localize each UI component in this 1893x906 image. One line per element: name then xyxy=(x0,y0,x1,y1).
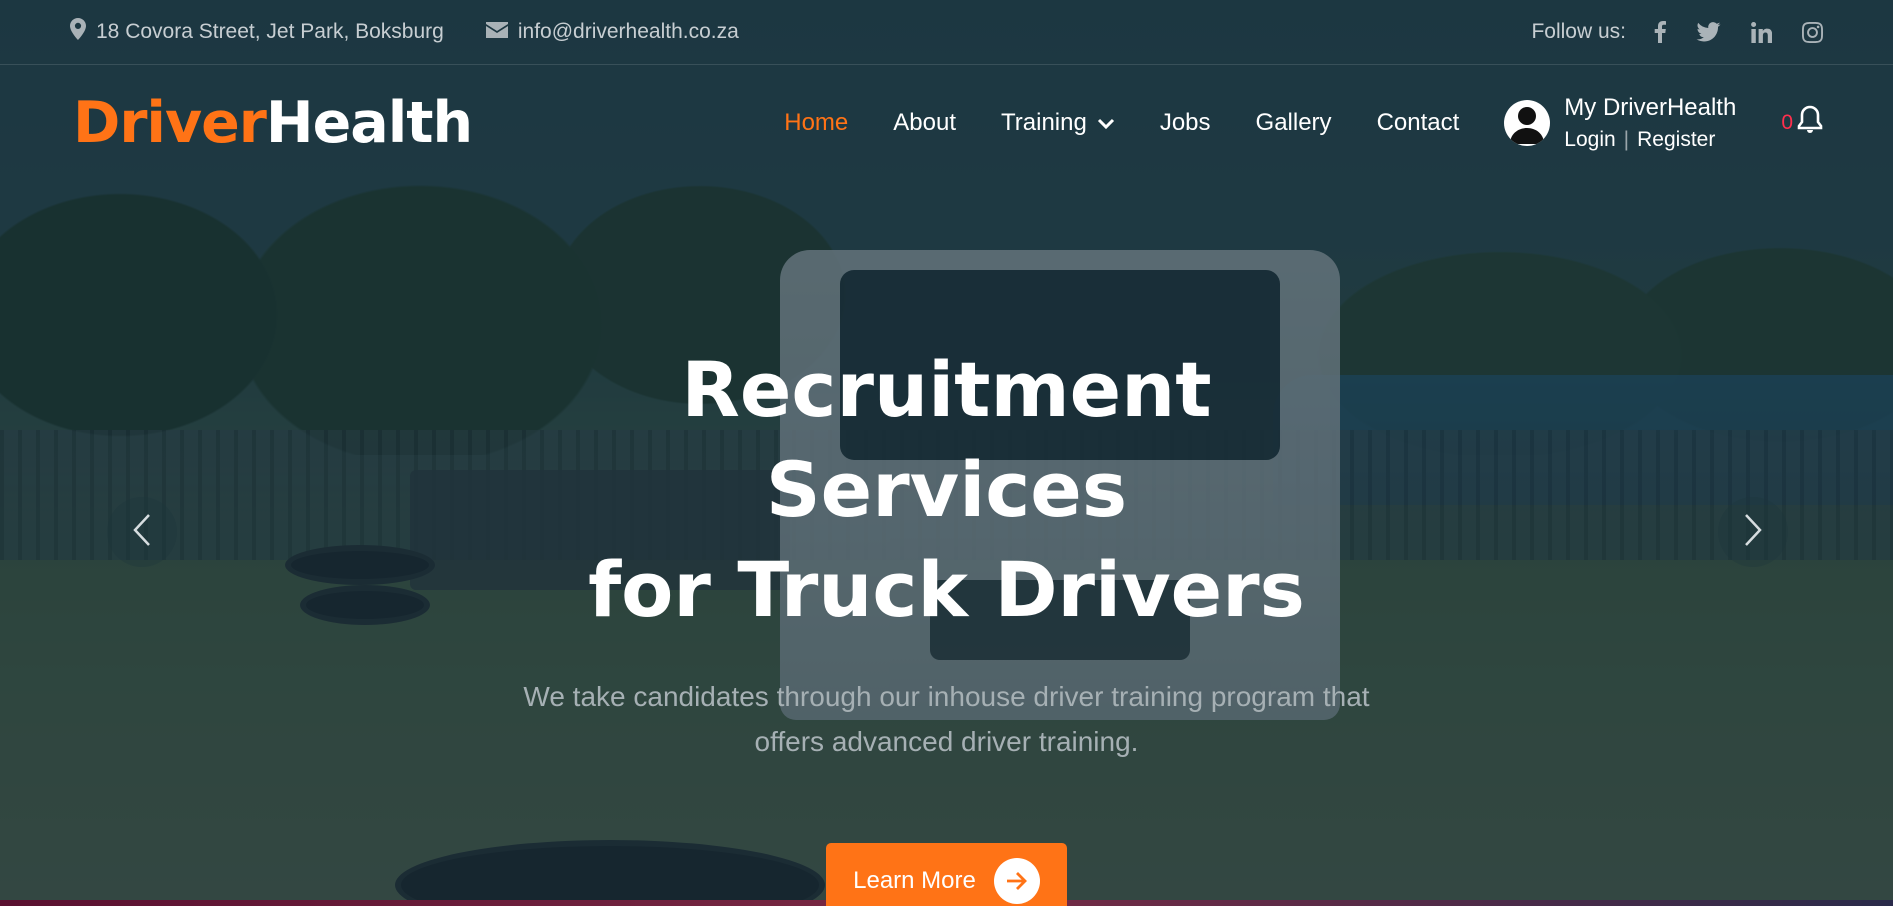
nav-training[interactable]: Training xyxy=(1001,109,1115,137)
email-link[interactable]: info@driverhealth.co.za xyxy=(518,20,739,44)
envelope-icon xyxy=(485,20,508,44)
social-links xyxy=(1654,21,1823,43)
account-separator: | xyxy=(1623,127,1630,151)
address-text: 18 Covora Street, Jet Park, Boksburg xyxy=(96,20,444,43)
bell-icon[interactable] xyxy=(1797,105,1823,140)
hero-title-line1: Recruitment Services xyxy=(681,345,1212,534)
account-links: Login | Register xyxy=(1564,128,1736,152)
linkedin-icon[interactable] xyxy=(1751,21,1772,43)
hero-subtitle: We take candidates through our inhouse d… xyxy=(523,681,1370,757)
twitter-icon[interactable] xyxy=(1696,22,1721,42)
notification-count: 0 xyxy=(1781,110,1793,134)
address-item: 18 Covora Street, Jet Park, Boksburg xyxy=(70,18,444,46)
logo-health: Health xyxy=(265,89,473,156)
follow-label: Follow us: xyxy=(1531,20,1626,43)
notifications[interactable]: 0 xyxy=(1781,105,1823,140)
user-avatar-icon[interactable] xyxy=(1504,99,1551,146)
nav-contact[interactable]: Contact xyxy=(1377,109,1460,137)
hero-content: Recruitment Services for Truck Drivers W… xyxy=(0,340,1893,906)
arrow-right-icon xyxy=(993,857,1040,904)
nav-home[interactable]: Home xyxy=(784,109,848,137)
main-nav: Home About Training Jobs Gallery Contact xyxy=(784,109,1459,137)
instagram-icon[interactable] xyxy=(1802,21,1823,43)
learn-more-button[interactable]: Learn More xyxy=(826,843,1067,906)
hero-title: Recruitment Services for Truck Drivers xyxy=(497,340,1397,640)
site-logo[interactable]: DriverHealth xyxy=(73,89,473,156)
learn-more-label: Learn More xyxy=(853,866,976,894)
nav-about[interactable]: About xyxy=(893,109,956,137)
map-pin-icon xyxy=(70,18,86,46)
logo-driver: Driver xyxy=(73,89,267,156)
nav-training-label: Training xyxy=(1001,108,1087,136)
login-link[interactable]: Login xyxy=(1564,128,1615,152)
email-item[interactable]: info@driverhealth.co.za xyxy=(485,20,739,44)
top-bar: 18 Covora Street, Jet Park, Boksburg inf… xyxy=(0,0,1893,65)
contact-info: 18 Covora Street, Jet Park, Boksburg inf… xyxy=(70,18,739,46)
account-area: My DriverHealth Login | Register xyxy=(1504,94,1736,152)
nav-jobs[interactable]: Jobs xyxy=(1160,109,1211,137)
chevron-down-icon xyxy=(1097,109,1115,137)
facebook-icon[interactable] xyxy=(1654,21,1666,43)
hero-title-line2: for Truck Drivers xyxy=(588,545,1305,634)
main-header: DriverHealth Home About Training Jobs Ga… xyxy=(0,65,1893,180)
nav-gallery[interactable]: Gallery xyxy=(1256,109,1332,137)
account-text: My DriverHealth Login | Register xyxy=(1564,94,1736,152)
follow-us: Follow us: xyxy=(1531,20,1823,44)
account-title[interactable]: My DriverHealth xyxy=(1564,94,1736,122)
register-link[interactable]: Register xyxy=(1637,128,1715,152)
